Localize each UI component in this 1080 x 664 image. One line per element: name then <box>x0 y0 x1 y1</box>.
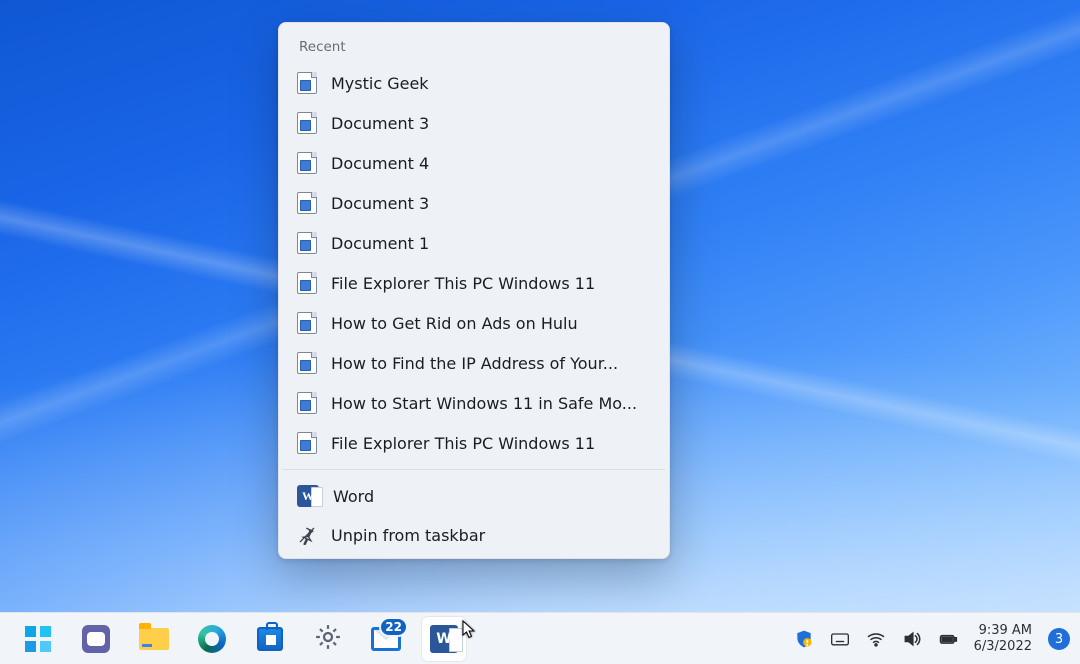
jumplist-item-label: How to Find the IP Address of Your... <box>331 354 618 373</box>
jumplist-recent-item[interactable]: Document 3 <box>283 103 665 143</box>
file-explorer-icon <box>139 628 169 650</box>
mouse-cursor-icon <box>462 620 476 640</box>
jumplist-unpin-label: Unpin from taskbar <box>331 526 485 545</box>
notification-center-button[interactable]: 3 <box>1048 628 1070 650</box>
word-document-icon <box>297 152 317 174</box>
taskbar-file-explorer-button[interactable] <box>132 617 176 661</box>
word-document-icon <box>297 432 317 454</box>
word-document-icon <box>297 272 317 294</box>
jumplist-unpin[interactable]: Unpin from taskbar <box>283 516 665 554</box>
windows-security-icon[interactable] <box>794 629 814 649</box>
jumplist-recent-item[interactable]: How to Start Windows 11 in Safe Mo... <box>283 383 665 423</box>
jumplist-recent-item[interactable]: Mystic Geek <box>283 63 665 103</box>
edge-icon <box>198 625 226 653</box>
clock-date: 6/3/2022 <box>974 639 1032 655</box>
mail-badge: 22 <box>379 617 408 637</box>
jumplist-item-label: How to Get Rid on Ads on Hulu <box>331 314 578 333</box>
taskbar-mail-button[interactable]: 22 <box>364 617 408 661</box>
jumplist-item-label: Document 1 <box>331 234 429 253</box>
settings-gear-icon <box>313 622 343 656</box>
taskbar-store-button[interactable] <box>248 617 292 661</box>
jumplist-item-label: Mystic Geek <box>331 74 429 93</box>
word-app-icon <box>430 625 458 653</box>
volume-icon[interactable] <box>902 629 922 649</box>
touch-keyboard-icon[interactable] <box>830 629 850 649</box>
taskbar-systray: 9:39 AM 6/3/2022 3 <box>794 613 1070 664</box>
jumplist-item-label: How to Start Windows 11 in Safe Mo... <box>331 394 637 413</box>
word-document-icon <box>297 312 317 334</box>
taskbar-settings-button[interactable] <box>306 617 350 661</box>
jumplist-recent-item[interactable]: Document 4 <box>283 143 665 183</box>
taskbar-chat-button[interactable] <box>74 617 118 661</box>
word-document-icon <box>297 392 317 414</box>
jumplist-item-label: Document 4 <box>331 154 429 173</box>
jumplist-word: Recent Mystic Geek Document 3 Document 4… <box>278 22 670 559</box>
taskbar-edge-button[interactable] <box>190 617 234 661</box>
jumplist-recent-item[interactable]: How to Get Rid on Ads on Hulu <box>283 303 665 343</box>
jumplist-app-launch[interactable]: Word <box>283 476 665 516</box>
jumplist-item-label: File Explorer This PC Windows 11 <box>331 434 595 453</box>
start-button[interactable] <box>16 617 60 661</box>
jumplist-recent-item[interactable]: File Explorer This PC Windows 11 <box>283 423 665 463</box>
taskbar-pinned-area: 22 <box>16 613 466 664</box>
jumplist-item-label: File Explorer This PC Windows 11 <box>331 274 595 293</box>
notification-count: 3 <box>1055 632 1063 647</box>
word-document-icon <box>297 352 317 374</box>
battery-icon[interactable] <box>938 629 958 649</box>
microsoft-store-icon <box>257 627 283 651</box>
clock-time: 9:39 AM <box>974 623 1032 639</box>
word-document-icon <box>297 112 317 134</box>
desktop-wallpaper: Recent Mystic Geek Document 3 Document 4… <box>0 0 1080 664</box>
taskbar: 22 9:39 AM 6/3/2022 <box>0 612 1080 664</box>
jumplist-recent-item[interactable]: Document 3 <box>283 183 665 223</box>
jumplist-app-label: Word <box>333 487 374 506</box>
taskbar-word-button[interactable] <box>422 617 466 661</box>
taskbar-clock[interactable]: 9:39 AM 6/3/2022 <box>974 623 1032 655</box>
jumplist-recent-item[interactable]: Document 1 <box>283 223 665 263</box>
word-app-icon <box>297 485 319 507</box>
wifi-icon[interactable] <box>866 629 886 649</box>
unpin-icon <box>297 525 317 545</box>
word-document-icon <box>297 72 317 94</box>
jumplist-item-label: Document 3 <box>331 194 429 213</box>
jumplist-separator <box>283 469 665 470</box>
word-document-icon <box>297 192 317 214</box>
word-document-icon <box>297 232 317 254</box>
jumplist-section-header: Recent <box>283 29 665 63</box>
jumplist-item-label: Document 3 <box>331 114 429 133</box>
chat-icon <box>82 625 110 653</box>
jumplist-recent-item[interactable]: File Explorer This PC Windows 11 <box>283 263 665 303</box>
jumplist-recent-item[interactable]: How to Find the IP Address of Your... <box>283 343 665 383</box>
windows-logo-icon <box>25 626 51 652</box>
